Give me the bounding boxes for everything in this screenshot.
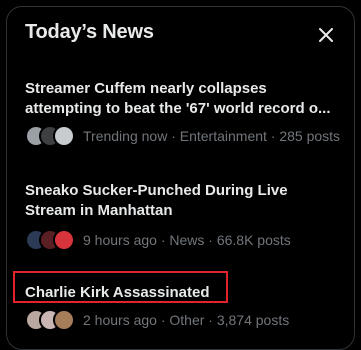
- avatar: [53, 229, 75, 251]
- close-icon: [319, 28, 333, 42]
- panel-title: Today’s News: [25, 21, 154, 43]
- story-headline[interactable]: Charlie Kirk Assassinated: [25, 283, 343, 303]
- avatar-group: [25, 125, 75, 147]
- story-meta: 2 hours ago · Other · 3,874 posts: [83, 312, 290, 328]
- story-meta-row: 2 hours ago · Other · 3,874 posts: [25, 307, 289, 333]
- news-story[interactable]: Charlie Kirk Assassinated 2 hours ago · …: [7, 283, 354, 339]
- story-headline-line: Stream in Manhattan: [25, 202, 173, 219]
- story-meta: Trending now · Entertainment · 285 posts: [83, 128, 341, 144]
- avatar-group: [25, 309, 75, 331]
- story-headline-line: Sneako Sucker-Punched During Live: [25, 182, 288, 199]
- story-headline-line: attempting to beat the '67' world record…: [25, 100, 331, 117]
- story-headline[interactable]: Streamer Cuffem nearly collapses attempt…: [25, 79, 343, 119]
- story-meta-row: Trending now · Entertainment · 285 posts: [25, 123, 340, 149]
- close-button[interactable]: [314, 23, 338, 47]
- avatar-group: [25, 229, 75, 251]
- news-story[interactable]: Streamer Cuffem nearly collapses attempt…: [7, 77, 354, 153]
- news-story[interactable]: Sneako Sucker-Punched During Live Stream…: [7, 181, 354, 257]
- story-headline[interactable]: Sneako Sucker-Punched During Live Stream…: [25, 181, 343, 221]
- todays-news-panel: Today’s News Streamer Cuffem nearly coll…: [6, 6, 355, 350]
- story-headline-line: Streamer Cuffem nearly collapses: [25, 80, 267, 97]
- panel-header: Today’s News: [7, 7, 354, 63]
- story-meta: 9 hours ago · News · 66.8K posts: [83, 232, 291, 248]
- avatar: [53, 125, 75, 147]
- avatar: [53, 309, 75, 331]
- story-meta-row: 9 hours ago · News · 66.8K posts: [25, 227, 291, 253]
